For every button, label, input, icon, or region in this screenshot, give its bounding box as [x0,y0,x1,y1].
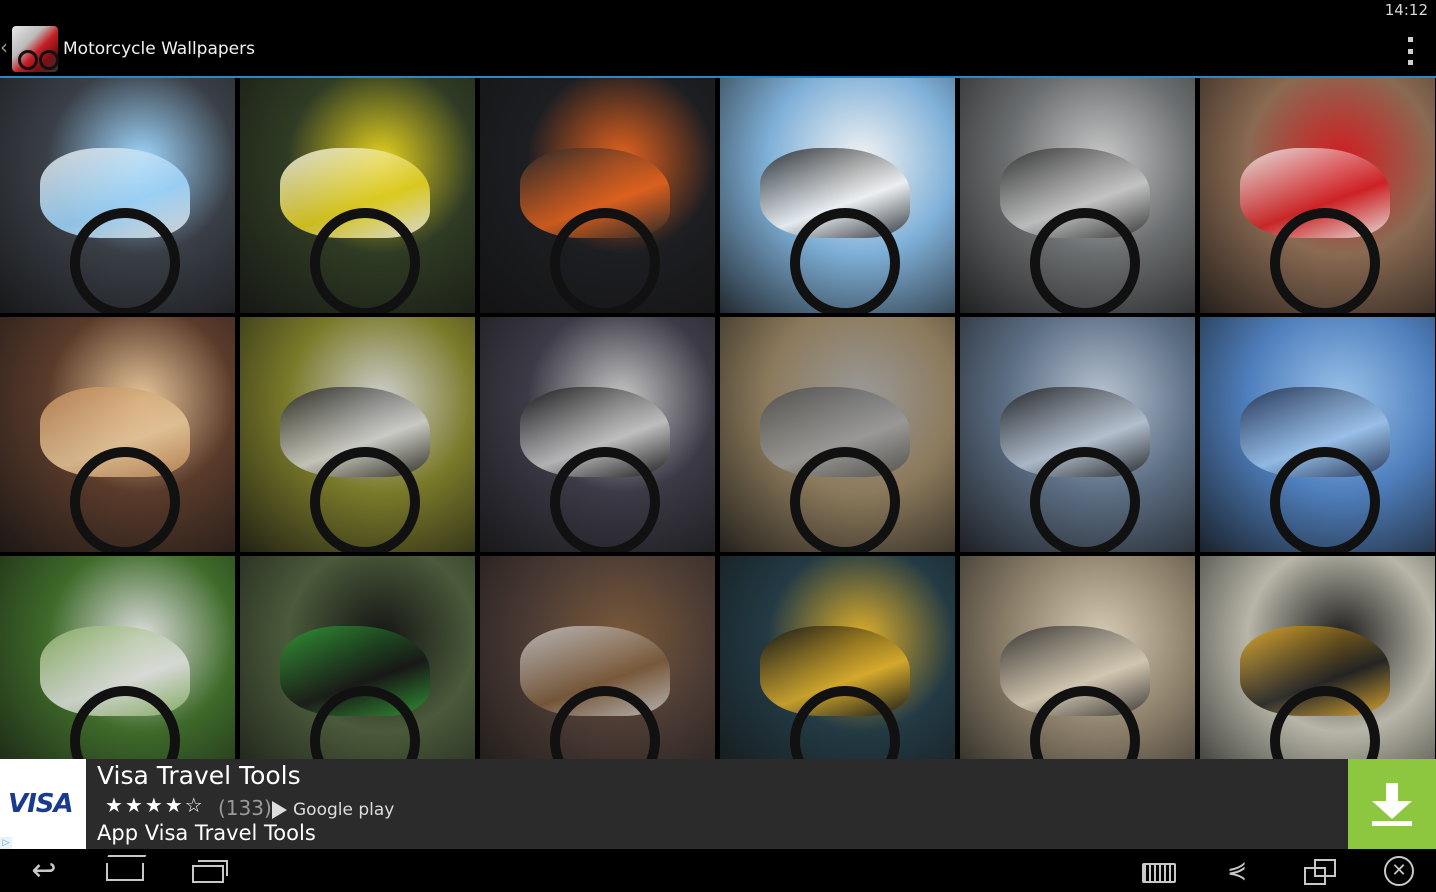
clock: 14:12 [1384,1,1428,19]
wallpaper-thumbnail-rider-yamaha-46[interactable] [240,78,475,313]
status-bar: 14:12 [0,0,1436,22]
wallpaper-thumbnail-orange-ktm-supermoto[interactable] [480,78,715,313]
wallpaper-thumbnail-speed-blur-night[interactable] [720,556,955,759]
wallpaper-thumbnail-silver-bike-railcar[interactable] [480,556,715,759]
wallpaper-thumbnail-blue-kawasaki-zzr[interactable] [1200,317,1435,552]
close-icon[interactable]: ✕ [1382,849,1414,892]
wallpaper-thumbnail-deus-cafe-racer-garage[interactable] [960,78,1195,313]
wallpaper-thumbnail-black-chopper[interactable] [480,317,715,552]
wallpaper-thumbnail-red-white-ducati[interactable] [1200,78,1435,313]
share-icon[interactable]: ⋞ [1222,849,1252,892]
rating-stars: ★★★★☆ [105,793,205,817]
ad-subtitle: App Visa Travel Tools [97,821,316,845]
navigation-bar: ↩ ⋞ ✕ [0,849,1436,892]
wallpaper-grid [0,78,1436,759]
app-title: Motorcycle Wallpapers [63,39,255,59]
wallpaper-thumbnail-cafe-racer-ruins[interactable] [960,556,1195,759]
google-play-badge: Google play [272,800,394,820]
store-label: Google play [293,800,395,820]
visa-logo: VISA [8,789,74,819]
wallpaper-thumbnail-green-kawasaki-wheelie[interactable] [240,556,475,759]
ad-title[interactable]: Visa Travel Tools [97,761,301,790]
wallpaper-thumbnail-black-cruiser-autumn[interactable] [240,317,475,552]
ad-banner[interactable]: VISA ▷ Visa Travel Tools ★★★★☆ (133) Goo… [0,759,1436,849]
app-icon[interactable] [12,26,59,72]
keyboard-icon[interactable] [1140,849,1176,892]
wallpaper-thumbnail-bike-road-sky[interactable] [720,78,955,313]
back-icon[interactable]: ↩ [20,849,68,892]
wallpaper-thumbnail-yellow-aprilia[interactable] [1200,556,1435,759]
wallpaper-thumbnail-rider-ducati-diavel[interactable] [960,317,1195,552]
wallpaper-thumbnail-gray-custom-bike-shop[interactable] [720,317,955,552]
up-caret-icon[interactable]: ‹ [0,37,8,57]
adchoices-icon[interactable]: ▷ [0,837,12,849]
wallpaper-thumbnail-fantasy-rider-art[interactable] [0,317,235,552]
rating-count: (133) [218,796,272,820]
download-button[interactable] [1348,759,1436,849]
play-store-icon [272,801,287,819]
wallpaper-thumbnail-white-sport-bike[interactable] [0,78,235,313]
overflow-menu-icon[interactable] [1406,37,1414,65]
download-icon [1386,783,1398,801]
home-icon[interactable] [104,849,144,892]
rotate-screen-icon[interactable] [1302,849,1336,892]
ad-logo[interactable]: VISA ▷ [0,759,86,849]
wallpaper-thumbnail-bike-tree-avenue[interactable] [0,556,235,759]
action-bar: ‹ Motorcycle Wallpapers [0,22,1436,78]
recent-apps-icon[interactable] [188,849,228,892]
